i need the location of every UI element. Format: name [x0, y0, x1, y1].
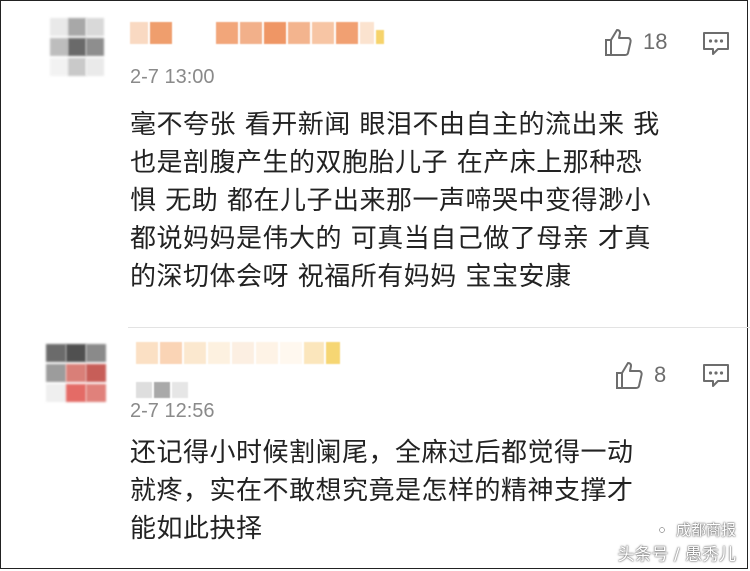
comment-text-line: 都说妈妈是伟大的 可真当自己做了母亲 才真	[130, 224, 652, 254]
like-button[interactable]: 8	[614, 360, 666, 390]
comment-text-line: 就疼，实在不敢想究竟是怎样的精神支撑才	[130, 476, 634, 506]
comment-text-line: 惧 无助 都在儿子出来那一声啼哭中变得渺小	[130, 186, 652, 216]
comment-text-line: 也是剖腹产生的双胞胎儿子 在产床上那种恐	[130, 148, 643, 178]
comment-icon	[703, 364, 729, 387]
like-count: 18	[643, 29, 668, 54]
comment-icon	[703, 32, 729, 55]
thumbs-up-icon	[616, 362, 643, 389]
reply-button[interactable]	[702, 363, 730, 393]
comment-text: 毫不夸张 看开新闻 眼泪不由自主的流出来 我 也是剖腹产生的双胞胎儿子 在产床上…	[130, 106, 730, 296]
username-blurred[interactable]	[130, 22, 386, 44]
avatar[interactable]	[50, 18, 104, 96]
avatar[interactable]	[46, 344, 108, 422]
watermark: 成都商报 头条号 / 愚秀儿	[617, 519, 736, 565]
like-button[interactable]: 18	[603, 27, 667, 57]
username-blurred[interactable]	[136, 342, 342, 364]
like-count: 8	[654, 362, 667, 387]
media-logo-icon	[653, 525, 671, 536]
comment-item: 18 2-7 13:00 毫不夸张 看开新闻 眼泪不由自主的流出来 我 也是剖腹…	[0, 0, 750, 328]
comment-timestamp: 2-7 13:00	[130, 66, 215, 88]
comment-text-line: 毫不夸张 看开新闻 眼泪不由自主的流出来 我	[130, 110, 660, 140]
comment-text-line: 的深切体会呀 祝福所有妈妈 宝宝安康	[130, 262, 572, 292]
thumbs-up-icon	[605, 29, 632, 56]
comment-text-line: 还记得小时候割阑尾，全麻过后都觉得一动	[130, 438, 634, 468]
watermark-source: 成都商报	[675, 521, 736, 539]
divider	[128, 327, 750, 328]
user-badge-blurred	[136, 382, 190, 398]
watermark-account: 头条号 / 愚秀儿	[617, 545, 736, 565]
reply-button[interactable]	[702, 31, 730, 61]
comment-timestamp: 2-7 12:56	[130, 400, 215, 422]
